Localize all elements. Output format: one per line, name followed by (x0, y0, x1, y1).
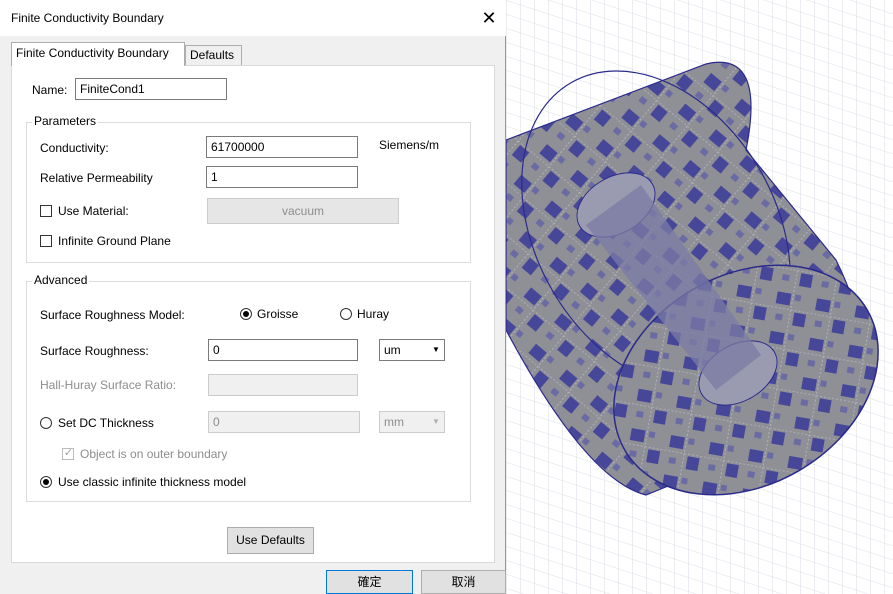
dc-thickness-unit-value: mm (384, 415, 404, 429)
parameters-group-label: Parameters (32, 114, 99, 128)
infinite-ground-plane-checkbox[interactable] (40, 235, 52, 247)
material-vacuum-button[interactable]: vacuum (207, 198, 399, 224)
classic-model-radio[interactable] (40, 476, 52, 488)
tab-finite-conductivity-boundary[interactable]: Finite Conductivity Boundary (11, 42, 185, 66)
tab-panel: Name: Parameters Conductivity: Siemens/m… (11, 65, 495, 563)
groisse-radio[interactable] (240, 308, 252, 320)
close-icon[interactable]: ✕ (472, 4, 506, 32)
outer-boundary-checkbox[interactable]: ✓ (62, 447, 74, 460)
surface-roughness-input[interactable] (208, 339, 358, 361)
set-dc-thickness-label: Set DC Thickness (58, 416, 154, 430)
groisse-label: Groisse (257, 307, 299, 321)
radio-selected-dot (43, 479, 49, 485)
name-input[interactable] (75, 78, 227, 100)
radio-selected-dot (243, 311, 249, 317)
use-material-checkbox[interactable] (40, 205, 52, 217)
conductivity-unit: Siemens/m (379, 138, 440, 152)
use-defaults-button[interactable]: Use Defaults (227, 527, 314, 554)
set-dc-thickness-radio[interactable] (40, 417, 52, 429)
use-material-label: Use Material: (58, 204, 129, 218)
title-bar[interactable]: Finite Conductivity Boundary ✕ (0, 0, 506, 36)
surface-roughness-label: Surface Roughness: (40, 344, 149, 358)
advanced-group-label: Advanced (32, 273, 90, 287)
relative-permeability-input[interactable] (206, 166, 358, 188)
cancel-button[interactable]: 取消 (421, 570, 506, 594)
dc-thickness-unit-select[interactable]: mm ▼ (379, 411, 445, 433)
finite-conductivity-dialog: Finite Conductivity Boundary ✕ Finite Co… (0, 0, 506, 594)
chevron-down-icon: ▼ (432, 417, 440, 426)
3d-viewport[interactable] (506, 0, 893, 594)
coax-cylinder-model (506, 0, 893, 594)
infinite-ground-plane-label: Infinite Ground Plane (58, 234, 171, 248)
roughness-model-label: Surface Roughness Model: (40, 308, 185, 322)
classic-model-label: Use classic infinite thickness model (58, 475, 247, 489)
huray-label: Huray (357, 307, 390, 321)
relative-permeability-label: Relative Permeability (40, 171, 153, 185)
chevron-down-icon: ▼ (432, 345, 440, 354)
window-title: Finite Conductivity Boundary (11, 11, 164, 25)
tab-defaults[interactable]: Defaults (185, 45, 242, 65)
ok-button[interactable]: 確定 (326, 570, 413, 594)
hall-huray-label: Hall-Huray Surface Ratio: (40, 378, 177, 392)
hall-huray-input[interactable] (208, 374, 358, 396)
conductivity-label: Conductivity: (40, 141, 109, 155)
outer-boundary-label: Object is on outer boundary (80, 447, 228, 461)
huray-radio[interactable] (340, 308, 352, 320)
surface-roughness-unit-select[interactable]: um ▼ (379, 339, 445, 361)
name-label: Name: (32, 83, 68, 97)
dc-thickness-input[interactable] (208, 411, 360, 433)
surface-roughness-unit-value: um (384, 343, 401, 357)
checkmark-icon: ✓ (63, 447, 74, 459)
conductivity-input[interactable] (206, 136, 358, 158)
